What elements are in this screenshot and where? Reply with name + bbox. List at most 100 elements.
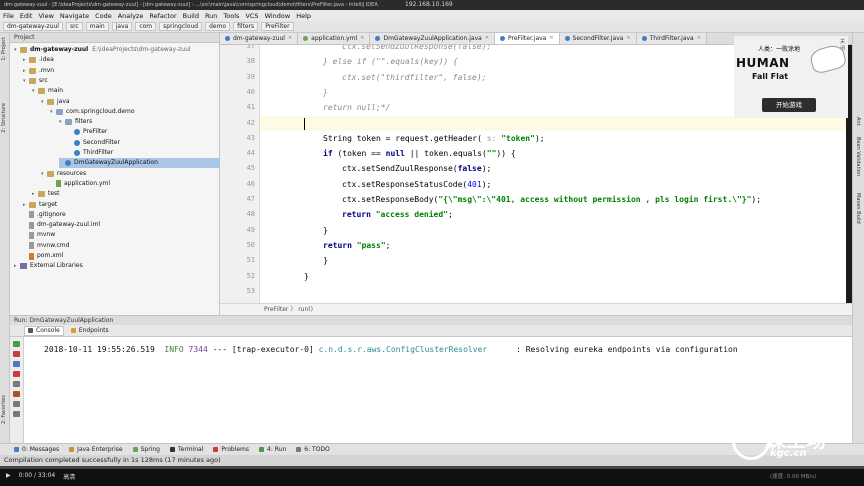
bottom-tab-java-enterprise[interactable]: Java Enterprise xyxy=(69,446,123,453)
tree-item[interactable]: ▸ .mvn xyxy=(23,66,54,76)
menu-run[interactable]: Run xyxy=(205,12,217,20)
menu-navigate[interactable]: Navigate xyxy=(60,12,89,20)
pin-icon[interactable] xyxy=(13,381,20,387)
tree-item[interactable]: PreFilter xyxy=(68,127,107,137)
close-tab-icon[interactable]: ✕ xyxy=(626,33,630,44)
menu-tools[interactable]: Tools xyxy=(223,12,239,20)
bottom-tab-terminal[interactable]: Terminal xyxy=(170,446,203,453)
nav-crumb-main[interactable]: main xyxy=(85,22,109,31)
tree-item[interactable]: ▾ java xyxy=(41,97,70,107)
tree-item[interactable]: .gitignore xyxy=(23,210,66,220)
code-line[interactable]: ctx.setResponseBody("{\"msg\":\"401, acc… xyxy=(342,192,761,207)
editor-tab[interactable]: dm-gateway-zuul ✕ xyxy=(220,33,299,44)
settings-icon[interactable] xyxy=(13,401,20,407)
code-line[interactable]: if (token == null || token.equals("")) { xyxy=(323,146,516,161)
restore-layout-icon[interactable] xyxy=(13,361,20,367)
tree-item[interactable]: ▸ test xyxy=(32,189,60,199)
menu-build[interactable]: Build xyxy=(183,12,199,20)
menu-edit[interactable]: Edit xyxy=(20,12,33,20)
code-line[interactable]: ctx.setSendZuulResponse(false); xyxy=(342,161,491,176)
tree-item[interactable]: ThirdFilter xyxy=(68,148,113,158)
menu-refactor[interactable]: Refactor xyxy=(149,12,176,20)
code-line[interactable]: return "pass"; xyxy=(323,238,390,253)
video-progress-track[interactable] xyxy=(0,466,864,469)
editor-breadcrumb[interactable]: PreFilter 〉 run() xyxy=(220,303,852,315)
editor-tab[interactable]: DmGatewayZuulApplication.java ✕ xyxy=(370,33,496,44)
bottom-tab-4-run[interactable]: 4: Run xyxy=(259,446,286,453)
close-run-icon[interactable] xyxy=(13,411,20,417)
tree-item[interactable]: mvnw xyxy=(23,230,55,240)
nav-crumb-src[interactable]: src xyxy=(65,22,83,31)
menu-view[interactable]: View xyxy=(38,12,53,20)
tree-item[interactable]: mvnw.cmd xyxy=(23,241,69,251)
code-line[interactable]: return null;*/ xyxy=(323,100,390,115)
tree-item[interactable]: pom.xml xyxy=(23,251,63,261)
tree-item[interactable]: ▾ src xyxy=(23,76,48,86)
code-line[interactable]: return "access denied"; xyxy=(342,207,453,222)
menu-vcs[interactable]: VCS xyxy=(245,12,258,20)
nav-crumb-demo[interactable]: demo xyxy=(205,22,231,31)
exit-icon[interactable] xyxy=(13,371,20,377)
editor-tab[interactable]: PreFilter.java ✕ xyxy=(495,33,560,44)
play-icon[interactable]: ▶ xyxy=(6,472,11,481)
endpoints-tab[interactable]: Endpoints xyxy=(68,326,112,336)
editor-tab[interactable]: ThirdFilter.java ✕ xyxy=(636,33,707,44)
stop-icon[interactable] xyxy=(13,351,20,357)
tree-item[interactable]: ▸ .idea xyxy=(23,55,54,65)
tree-item[interactable]: ▸ target xyxy=(23,200,57,210)
favorites-tool-tab[interactable]: 2: Favorites xyxy=(1,395,9,424)
code-line[interactable]: ctx.setResponseStatusCode(401); xyxy=(342,177,491,192)
bottom-tab-problems[interactable]: Problems xyxy=(213,446,249,453)
menu-window[interactable]: Window xyxy=(265,12,291,20)
rerun-icon[interactable] xyxy=(13,341,20,347)
tree-item[interactable]: DmGatewayZuulApplication xyxy=(59,158,220,169)
tree-item[interactable]: SecondFilter xyxy=(68,138,120,148)
code-line[interactable]: ctx.set("thirdfilter", false); xyxy=(342,70,487,85)
quality-label[interactable]: 高清 xyxy=(63,472,75,481)
nav-crumb-dm-gateway-zuul[interactable]: dm-gateway-zuul xyxy=(3,22,63,31)
console-output[interactable]: 2018-10-11 19:55:26.519 INFO 7344 --- [t… xyxy=(24,337,852,443)
code-line[interactable]: } else if ("".equals(key)) { xyxy=(323,54,458,69)
start-game-button[interactable]: 开始游戏 xyxy=(762,98,816,112)
nav-crumb-springcloud[interactable]: springcloud xyxy=(159,22,203,31)
code-line[interactable]: } xyxy=(323,85,328,100)
close-tab-icon[interactable]: ✕ xyxy=(549,33,553,44)
tree-item[interactable]: ▾ filters xyxy=(59,117,92,127)
close-tab-icon[interactable]: ✕ xyxy=(360,33,364,44)
bottom-tab-spring[interactable]: Spring xyxy=(132,446,160,453)
code-line[interactable]: ctx.setSendZuulResponse(false); xyxy=(342,45,491,54)
close-tab-icon[interactable]: ✕ xyxy=(288,33,292,44)
close-tab-icon[interactable]: ✕ xyxy=(485,33,489,44)
nav-crumb-filters[interactable]: filters xyxy=(233,22,259,31)
close-tab-icon[interactable]: ✕ xyxy=(697,33,701,44)
code-line[interactable]: String token = request.getHeader( s: "to… xyxy=(323,131,545,146)
menu-file[interactable]: File xyxy=(3,12,14,20)
console-tab[interactable]: Console xyxy=(24,325,64,336)
nav-crumb-prefilter[interactable]: PreFilter xyxy=(261,22,294,31)
code-line[interactable]: } xyxy=(323,223,328,238)
nav-crumb-java[interactable]: java xyxy=(111,22,133,31)
bottom-tab-6-todo[interactable]: 6: TODO xyxy=(296,446,330,453)
tree-item[interactable]: dm-gateway-zuul.iml xyxy=(23,220,100,230)
bottom-tab-0-messages[interactable]: 0: Messages xyxy=(14,446,59,453)
tree-item[interactable]: ▾ dm-gateway-zuul E:\ideaProjects\dm-gatew… xyxy=(14,45,191,55)
game-ad-overlay[interactable]: 关闭 人类：一败涂地 HUMAN Fall Flat 开始游戏 xyxy=(734,36,848,118)
code-line[interactable]: } xyxy=(304,269,309,284)
tree-item[interactable]: application.yml xyxy=(50,179,110,189)
nav-crumb-com[interactable]: com xyxy=(135,22,157,31)
tree-item[interactable]: ▾ resources xyxy=(41,169,86,179)
bean-validation-tool-tab[interactable]: Bean Validation xyxy=(855,137,861,176)
editor-tab[interactable]: SecondFilter.java ✕ xyxy=(559,33,637,44)
tree-item[interactable]: ▸ External Libraries xyxy=(14,261,83,271)
tree-item[interactable]: ▾ com.springcloud.demo xyxy=(50,107,135,117)
project-tool-tab[interactable]: 1: Project xyxy=(1,37,9,61)
maven-tool-tab[interactable]: Maven Build xyxy=(855,193,861,224)
tree-item[interactable]: ▾ main xyxy=(32,86,63,96)
ant-tool-tab[interactable]: Ant xyxy=(855,117,861,126)
editor-tab[interactable]: application.yml ✕ xyxy=(298,33,371,44)
menu-help[interactable]: Help xyxy=(296,12,311,20)
menu-code[interactable]: Code xyxy=(95,12,112,20)
structure-tool-tab[interactable]: 2: Structure xyxy=(1,103,9,133)
menu-analyze[interactable]: Analyze xyxy=(118,12,144,20)
code-line[interactable]: } xyxy=(304,253,328,268)
